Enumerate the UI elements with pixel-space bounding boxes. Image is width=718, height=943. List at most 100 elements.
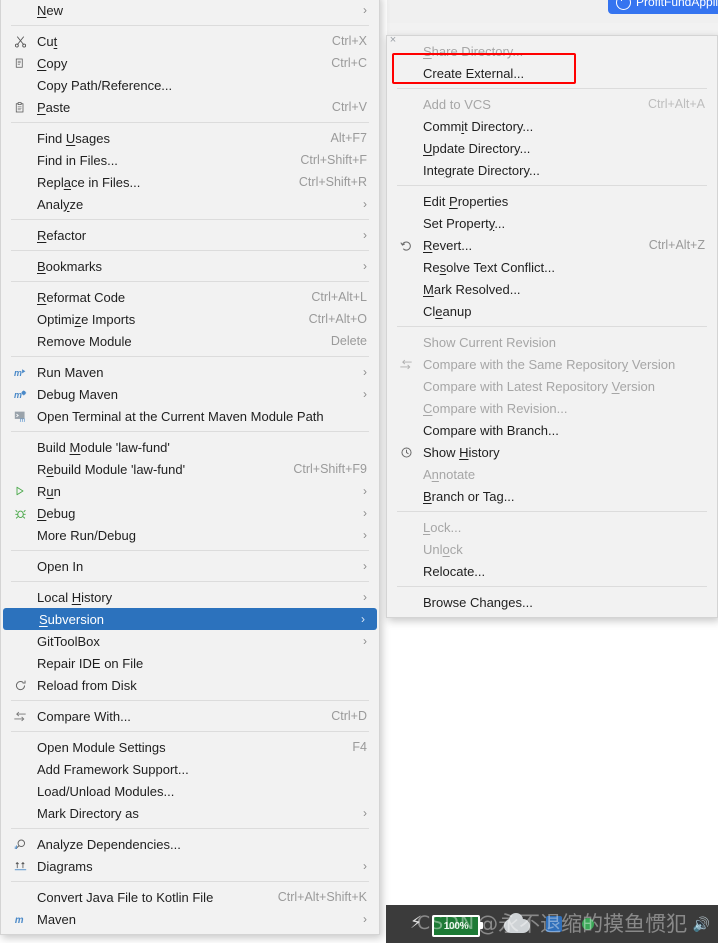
reload-icon [9,677,31,693]
menu-item-open-module-settings[interactable]: Open Module Settings F4 [1,736,379,758]
menu-item-shortcut: Ctrl+Shift+R [298,175,367,189]
menu-item-label: Compare with the Same Repository Version [423,356,676,372]
menu-item-refactor[interactable]: Refactor › [1,224,379,246]
menu-item-update-directory[interactable]: Update Directory... [387,137,717,159]
menu-item-icon-slot [395,65,417,81]
lightning-bolt-icon: ⚡ [410,913,422,932]
menu-item-diagrams[interactable]: Diagrams › [1,855,379,877]
menu-item-build-module-law-fund[interactable]: Build Module 'law-fund' [1,436,379,458]
menu-item-open-terminal-at-the-current-maven-module-[interactable]: m Open Terminal at the Current Maven Modu… [1,405,379,427]
menu-item-cut[interactable]: Cut Ctrl+X [1,30,379,52]
menu-item-rebuild-module-law-fund[interactable]: Rebuild Module 'law-fund' Ctrl+Shift+F9 [1,458,379,480]
menu-item-debug[interactable]: Debug › [1,502,379,524]
menu-item-label: Resolve Text Conflict... [423,259,555,275]
menu-item-show-history[interactable]: Show History [387,441,717,463]
menu-item-compare-with-branch[interactable]: Compare with Branch... [387,419,717,441]
menu-item-icon-slot [9,633,31,649]
menu-item-reformat-code[interactable]: Reformat Code Ctrl+Alt+L [1,286,379,308]
menu-item-repair-ide-on-file[interactable]: Repair IDE on File [1,652,379,674]
menu-item-find-in-files[interactable]: Find in Files... Ctrl+Shift+F [1,149,379,171]
battery-icon[interactable]: 100% [432,915,483,937]
menu-item-analyze-dependencies[interactable]: Analyze Dependencies... [1,833,379,855]
green-status-dot-icon[interactable] [582,918,594,930]
menu-item-label: Maven [37,911,77,927]
menu-item-find-usages[interactable]: Find Usages Alt+F7 [1,127,379,149]
menu-item-edit-properties[interactable]: Edit Properties [387,190,717,212]
menu-item-compare-with-revision: Compare with Revision... [387,397,717,419]
menu-item-shortcut: Ctrl+Alt+A [648,97,705,111]
menu-item-convert-java-file-to-kotlin-file[interactable]: Convert Java File to Kotlin File Ctrl+Alt… [1,886,379,908]
run-configuration-button[interactable]: ProfitFundAppli [608,0,718,14]
menu-item-icon-slot [395,303,417,319]
menu-item-icon-slot [9,311,31,327]
menu-item-remove-module[interactable]: Remove Module Delete [1,330,379,352]
menu-item-gittoolbox[interactable]: GitToolBox › [1,630,379,652]
menu-item-icon-slot [9,196,31,212]
menu-separator [11,700,369,701]
menu-item-bookmarks[interactable]: Bookmarks › [1,255,379,277]
menu-item-mark-resolved[interactable]: Mark Resolved... [387,278,717,300]
menu-item-mark-directory-as[interactable]: Mark Directory as › [1,802,379,824]
menu-item-label: Revert... [423,237,473,253]
menu-item-maven[interactable]: m Maven › [1,908,379,930]
subversion-submenu[interactable]: Share Directory... Create External... Add … [386,35,718,618]
cloud-icon[interactable] [504,913,530,933]
menu-item-icon-slot [395,140,417,156]
terminal-icon: m [9,408,31,424]
menu-item-annotate: Annotate [387,463,717,485]
menu-item-integrate-directory[interactable]: Integrate Directory... [387,159,717,181]
menu-item-open-in[interactable]: Open In › [1,555,379,577]
menu-item-load-unload-modules[interactable]: Load/Unload Modules... [1,780,379,802]
menu-item-commit-directory[interactable]: Commit Directory... [387,115,717,137]
menu-item-optimize-imports[interactable]: Optimize Imports Ctrl+Alt+O [1,308,379,330]
menu-item-relocate[interactable]: Relocate... [387,560,717,582]
menu-item-icon-slot [395,96,417,112]
menu-item-label: Add to VCS [423,96,491,112]
menu-item-browse-changes[interactable]: Browse Changes... [387,591,717,613]
menu-item-label: Repair IDE on File [37,655,144,671]
menu-item-compare-with[interactable]: Compare With... Ctrl+D [1,705,379,727]
chevron-right-icon: › [363,859,367,873]
menu-item-more-run-debug[interactable]: More Run/Debug › [1,524,379,546]
menu-separator [11,122,369,123]
menu-item-shortcut: Ctrl+V [331,100,367,114]
menu-item-label: Local History [37,589,113,605]
chevron-right-icon: › [363,528,367,542]
menu-item-subversion[interactable]: Subversion › [3,608,377,630]
menu-item-paste[interactable]: Paste Ctrl+V [1,96,379,118]
chevron-right-icon: › [363,912,367,926]
menu-item-local-history[interactable]: Local History › [1,586,379,608]
maven-run-icon: m [9,364,31,380]
menu-item-label: Subversion [39,611,105,627]
menu-item-set-property[interactable]: Set Property... [387,212,717,234]
menu-item-debug-maven[interactable]: m Debug Maven › [1,383,379,405]
menu-item-create-external[interactable]: Create External... [387,62,717,84]
clipboard-icon [9,99,31,115]
close-icon[interactable]: × [386,33,400,47]
menu-item-copy-path-reference[interactable]: Copy Path/Reference... [1,74,379,96]
menu-item-icon-slot [395,422,417,438]
menu-item-icon-slot [395,334,417,350]
menu-item-analyze[interactable]: Analyze › [1,193,379,215]
menu-item-run-maven[interactable]: m Run Maven › [1,361,379,383]
menu-item-label: Paste [37,99,71,115]
menu-item-cleanup[interactable]: Cleanup [387,300,717,322]
menu-item-icon-slot [9,461,31,477]
menu-item-run[interactable]: Run › [1,480,379,502]
menu-item-icon-slot [395,259,417,275]
menu-item-branch-or-tag[interactable]: Branch or Tag... [387,485,717,507]
ime-indicator-icon[interactable] [546,916,562,932]
menu-item-replace-in-files[interactable]: Replace in Files... Ctrl+Shift+R [1,171,379,193]
menu-item-label: Cleanup [423,303,472,319]
menu-item-label: Debug Maven [37,386,118,402]
menu-item-icon-slot [11,611,33,627]
project-context-menu[interactable]: New › Cut Ctrl+X Copy Ctrl+C Copy Path/Referen… [0,0,380,935]
menu-item-resolve-text-conflict[interactable]: Resolve Text Conflict... [387,256,717,278]
menu-item-add-framework-support[interactable]: Add Framework Support... [1,758,379,780]
menu-item-reload-from-disk[interactable]: Reload from Disk [1,674,379,696]
speaker-icon[interactable]: 🔊 [693,916,710,933]
menu-item-label: Lock... [423,519,462,535]
menu-item-new[interactable]: New › [1,0,379,21]
menu-item-revert[interactable]: Revert... Ctrl+Alt+Z [387,234,717,256]
menu-item-copy[interactable]: Copy Ctrl+C [1,52,379,74]
